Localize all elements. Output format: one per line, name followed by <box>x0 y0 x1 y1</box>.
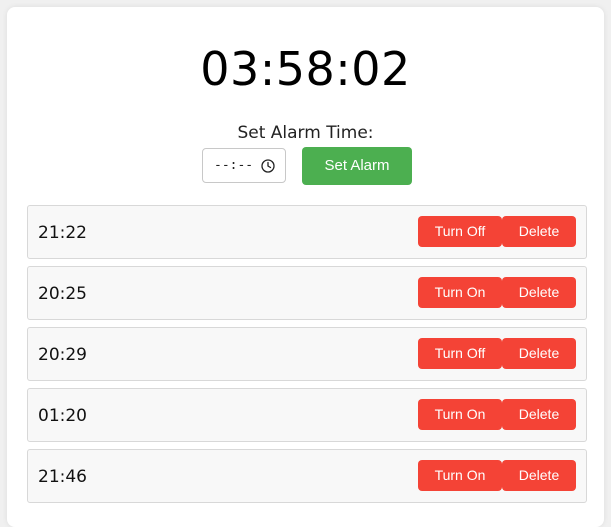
alarm-time: 01:20 <box>38 406 87 426</box>
time-input-placeholder: --:-- <box>214 158 254 173</box>
toggle-alarm-button[interactable]: Turn Off <box>418 338 502 369</box>
delete-alarm-button[interactable]: Delete <box>502 338 576 369</box>
set-alarm-button[interactable]: Set Alarm <box>302 147 412 185</box>
clock-icon[interactable] <box>261 159 275 173</box>
toggle-alarm-button[interactable]: Turn On <box>418 277 502 308</box>
alarm-row: 20:29 Turn Off Delete <box>27 327 587 381</box>
current-time: 03:58:02 <box>200 42 411 96</box>
alarm-time: 20:29 <box>38 345 87 365</box>
alarm-row: 01:20 Turn On Delete <box>27 388 587 442</box>
alarm-row: 21:46 Turn On Delete <box>27 449 587 503</box>
alarm-time: 21:22 <box>38 223 87 243</box>
delete-alarm-button[interactable]: Delete <box>502 460 576 491</box>
alarm-row: 20:25 Turn On Delete <box>27 266 587 320</box>
delete-alarm-button[interactable]: Delete <box>502 399 576 430</box>
toggle-alarm-button[interactable]: Turn On <box>418 399 502 430</box>
alarm-card: 03:58:02 Set Alarm Time: --:-- Set Alarm… <box>7 7 604 527</box>
delete-alarm-button[interactable]: Delete <box>502 277 576 308</box>
alarm-time: 21:46 <box>38 467 87 487</box>
alarm-time: 20:25 <box>38 284 87 304</box>
alarm-list: 21:22 Turn Off Delete 20:25 Turn On Dele… <box>27 205 587 510</box>
set-alarm-label: Set Alarm Time: <box>237 123 374 143</box>
alarm-time-input[interactable]: --:-- <box>202 148 286 183</box>
alarm-row: 21:22 Turn Off Delete <box>27 205 587 259</box>
delete-alarm-button[interactable]: Delete <box>502 216 576 247</box>
toggle-alarm-button[interactable]: Turn Off <box>418 216 502 247</box>
toggle-alarm-button[interactable]: Turn On <box>418 460 502 491</box>
